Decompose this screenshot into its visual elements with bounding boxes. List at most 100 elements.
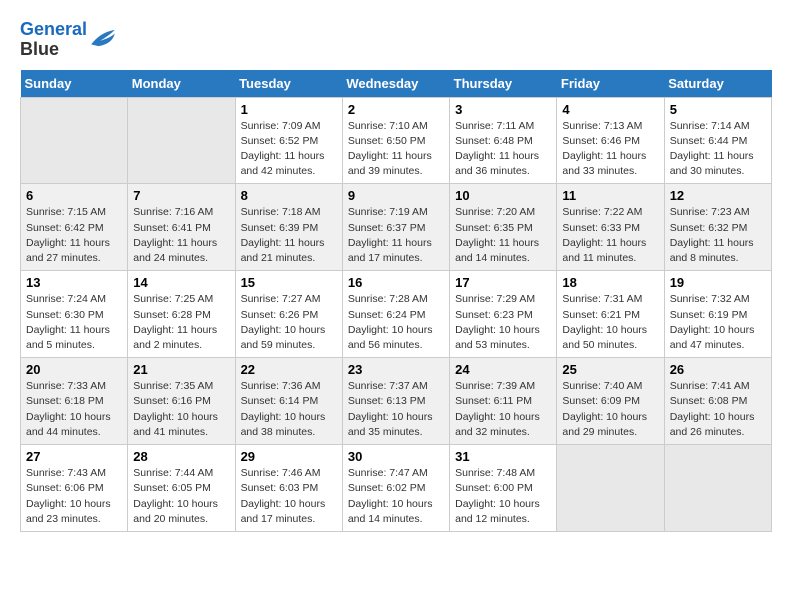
calendar-cell: 20 Sunrise: 7:33 AMSunset: 6:18 PMDayligh… bbox=[21, 358, 128, 445]
logo-text: GeneralBlue bbox=[20, 20, 87, 60]
day-info: Sunrise: 7:43 AMSunset: 6:06 PMDaylight:… bbox=[26, 466, 122, 527]
day-info: Sunrise: 7:48 AMSunset: 6:00 PMDaylight:… bbox=[455, 466, 551, 527]
logo-bird-icon bbox=[89, 28, 117, 48]
day-info: Sunrise: 7:32 AMSunset: 6:19 PMDaylight:… bbox=[670, 292, 766, 353]
calendar-table: SundayMondayTuesdayWednesdayThursdayFrid… bbox=[20, 70, 772, 532]
day-info: Sunrise: 7:16 AMSunset: 6:41 PMDaylight:… bbox=[133, 205, 229, 266]
day-info: Sunrise: 7:15 AMSunset: 6:42 PMDaylight:… bbox=[26, 205, 122, 266]
day-info: Sunrise: 7:41 AMSunset: 6:08 PMDaylight:… bbox=[670, 379, 766, 440]
day-number: 3 bbox=[455, 102, 551, 117]
day-info: Sunrise: 7:29 AMSunset: 6:23 PMDaylight:… bbox=[455, 292, 551, 353]
calendar-cell bbox=[557, 445, 664, 532]
calendar-cell: 12Sunrise: 7:23 AMSunset: 6:32 PMDayligh… bbox=[664, 184, 771, 271]
day-number: 6 bbox=[26, 188, 122, 203]
calendar-cell: 21 Sunrise: 7:35 AMSunset: 6:16 PMDayligh… bbox=[128, 358, 235, 445]
day-info: Sunrise: 7:20 AMSunset: 6:35 PMDaylight:… bbox=[455, 205, 551, 266]
day-number: 19 bbox=[670, 275, 766, 290]
day-info: Sunrise: 7:25 AMSunset: 6:28 PMDaylight:… bbox=[133, 292, 229, 353]
day-info: Sunrise: 7:19 AMSunset: 6:37 PMDaylight:… bbox=[348, 205, 444, 266]
calendar-cell: 24 Sunrise: 7:39 AMSunset: 6:11 PMDayligh… bbox=[450, 358, 557, 445]
page-header: GeneralBlue bbox=[20, 20, 772, 60]
day-number: 9 bbox=[348, 188, 444, 203]
day-number: 18 bbox=[562, 275, 658, 290]
day-number: 1 bbox=[241, 102, 337, 117]
day-info: Sunrise: 7:09 AMSunset: 6:52 PMDaylight:… bbox=[241, 119, 337, 180]
day-number: 13 bbox=[26, 275, 122, 290]
calendar-cell: 3 Sunrise: 7:11 AMSunset: 6:48 PMDaylight… bbox=[450, 97, 557, 184]
calendar-cell: 17 Sunrise: 7:29 AMSunset: 6:23 PMDayligh… bbox=[450, 271, 557, 358]
calendar-cell: 19 Sunrise: 7:32 AMSunset: 6:19 PMDayligh… bbox=[664, 271, 771, 358]
calendar-cell: 14 Sunrise: 7:25 AMSunset: 6:28 PMDayligh… bbox=[128, 271, 235, 358]
calendar-week-row: 27 Sunrise: 7:43 AMSunset: 6:06 PMDayligh… bbox=[21, 445, 772, 532]
day-number: 20 bbox=[26, 362, 122, 377]
day-number: 23 bbox=[348, 362, 444, 377]
day-number: 12 bbox=[670, 188, 766, 203]
weekday-header-row: SundayMondayTuesdayWednesdayThursdayFrid… bbox=[21, 70, 772, 98]
day-number: 5 bbox=[670, 102, 766, 117]
logo: GeneralBlue bbox=[20, 20, 117, 60]
calendar-cell: 25 Sunrise: 7:40 AMSunset: 6:09 PMDayligh… bbox=[557, 358, 664, 445]
calendar-cell: 10 Sunrise: 7:20 AMSunset: 6:35 PMDayligh… bbox=[450, 184, 557, 271]
day-info: Sunrise: 7:39 AMSunset: 6:11 PMDaylight:… bbox=[455, 379, 551, 440]
weekday-header-wednesday: Wednesday bbox=[342, 70, 449, 98]
calendar-week-row: 1 Sunrise: 7:09 AMSunset: 6:52 PMDaylight… bbox=[21, 97, 772, 184]
day-number: 27 bbox=[26, 449, 122, 464]
calendar-cell: 16Sunrise: 7:28 AMSunset: 6:24 PMDayligh… bbox=[342, 271, 449, 358]
day-info: Sunrise: 7:46 AMSunset: 6:03 PMDaylight:… bbox=[241, 466, 337, 527]
calendar-cell: 29Sunrise: 7:46 AMSunset: 6:03 PMDayligh… bbox=[235, 445, 342, 532]
calendar-cell: 23Sunrise: 7:37 AMSunset: 6:13 PMDayligh… bbox=[342, 358, 449, 445]
calendar-cell: 27 Sunrise: 7:43 AMSunset: 6:06 PMDayligh… bbox=[21, 445, 128, 532]
day-number: 17 bbox=[455, 275, 551, 290]
day-number: 26 bbox=[670, 362, 766, 377]
day-number: 25 bbox=[562, 362, 658, 377]
calendar-cell: 13 Sunrise: 7:24 AMSunset: 6:30 PMDayligh… bbox=[21, 271, 128, 358]
day-info: Sunrise: 7:35 AMSunset: 6:16 PMDaylight:… bbox=[133, 379, 229, 440]
calendar-week-row: 20 Sunrise: 7:33 AMSunset: 6:18 PMDayligh… bbox=[21, 358, 772, 445]
day-info: Sunrise: 7:40 AMSunset: 6:09 PMDaylight:… bbox=[562, 379, 658, 440]
day-number: 15 bbox=[241, 275, 337, 290]
calendar-cell bbox=[664, 445, 771, 532]
day-info: Sunrise: 7:18 AMSunset: 6:39 PMDaylight:… bbox=[241, 205, 337, 266]
calendar-cell: 8Sunrise: 7:18 AMSunset: 6:39 PMDaylight… bbox=[235, 184, 342, 271]
day-info: Sunrise: 7:33 AMSunset: 6:18 PMDaylight:… bbox=[26, 379, 122, 440]
day-info: Sunrise: 7:24 AMSunset: 6:30 PMDaylight:… bbox=[26, 292, 122, 353]
day-number: 22 bbox=[241, 362, 337, 377]
day-number: 24 bbox=[455, 362, 551, 377]
calendar-cell: 9 Sunrise: 7:19 AMSunset: 6:37 PMDaylight… bbox=[342, 184, 449, 271]
day-info: Sunrise: 7:11 AMSunset: 6:48 PMDaylight:… bbox=[455, 119, 551, 180]
calendar-cell: 2 Sunrise: 7:10 AMSunset: 6:50 PMDaylight… bbox=[342, 97, 449, 184]
day-number: 4 bbox=[562, 102, 658, 117]
calendar-week-row: 6 Sunrise: 7:15 AMSunset: 6:42 PMDaylight… bbox=[21, 184, 772, 271]
day-number: 31 bbox=[455, 449, 551, 464]
weekday-header-sunday: Sunday bbox=[21, 70, 128, 98]
day-info: Sunrise: 7:27 AMSunset: 6:26 PMDaylight:… bbox=[241, 292, 337, 353]
calendar-cell: 30Sunrise: 7:47 AMSunset: 6:02 PMDayligh… bbox=[342, 445, 449, 532]
day-info: Sunrise: 7:14 AMSunset: 6:44 PMDaylight:… bbox=[670, 119, 766, 180]
day-number: 21 bbox=[133, 362, 229, 377]
day-number: 2 bbox=[348, 102, 444, 117]
day-info: Sunrise: 7:28 AMSunset: 6:24 PMDaylight:… bbox=[348, 292, 444, 353]
calendar-cell: 11Sunrise: 7:22 AMSunset: 6:33 PMDayligh… bbox=[557, 184, 664, 271]
calendar-cell: 15 Sunrise: 7:27 AMSunset: 6:26 PMDayligh… bbox=[235, 271, 342, 358]
day-info: Sunrise: 7:13 AMSunset: 6:46 PMDaylight:… bbox=[562, 119, 658, 180]
day-number: 10 bbox=[455, 188, 551, 203]
calendar-cell: 28 Sunrise: 7:44 AMSunset: 6:05 PMDayligh… bbox=[128, 445, 235, 532]
day-number: 14 bbox=[133, 275, 229, 290]
day-number: 28 bbox=[133, 449, 229, 464]
calendar-cell: 26 Sunrise: 7:41 AMSunset: 6:08 PMDayligh… bbox=[664, 358, 771, 445]
calendar-cell: 31 Sunrise: 7:48 AMSunset: 6:00 PMDayligh… bbox=[450, 445, 557, 532]
calendar-cell: 4 Sunrise: 7:13 AMSunset: 6:46 PMDaylight… bbox=[557, 97, 664, 184]
day-number: 30 bbox=[348, 449, 444, 464]
calendar-cell bbox=[21, 97, 128, 184]
calendar-cell: 18Sunrise: 7:31 AMSunset: 6:21 PMDayligh… bbox=[557, 271, 664, 358]
calendar-cell: 1 Sunrise: 7:09 AMSunset: 6:52 PMDaylight… bbox=[235, 97, 342, 184]
calendar-cell: 5 Sunrise: 7:14 AMSunset: 6:44 PMDaylight… bbox=[664, 97, 771, 184]
weekday-header-saturday: Saturday bbox=[664, 70, 771, 98]
calendar-cell: 22Sunrise: 7:36 AMSunset: 6:14 PMDayligh… bbox=[235, 358, 342, 445]
day-number: 7 bbox=[133, 188, 229, 203]
day-info: Sunrise: 7:44 AMSunset: 6:05 PMDaylight:… bbox=[133, 466, 229, 527]
day-info: Sunrise: 7:22 AMSunset: 6:33 PMDaylight:… bbox=[562, 205, 658, 266]
weekday-header-monday: Monday bbox=[128, 70, 235, 98]
day-info: Sunrise: 7:10 AMSunset: 6:50 PMDaylight:… bbox=[348, 119, 444, 180]
weekday-header-thursday: Thursday bbox=[450, 70, 557, 98]
